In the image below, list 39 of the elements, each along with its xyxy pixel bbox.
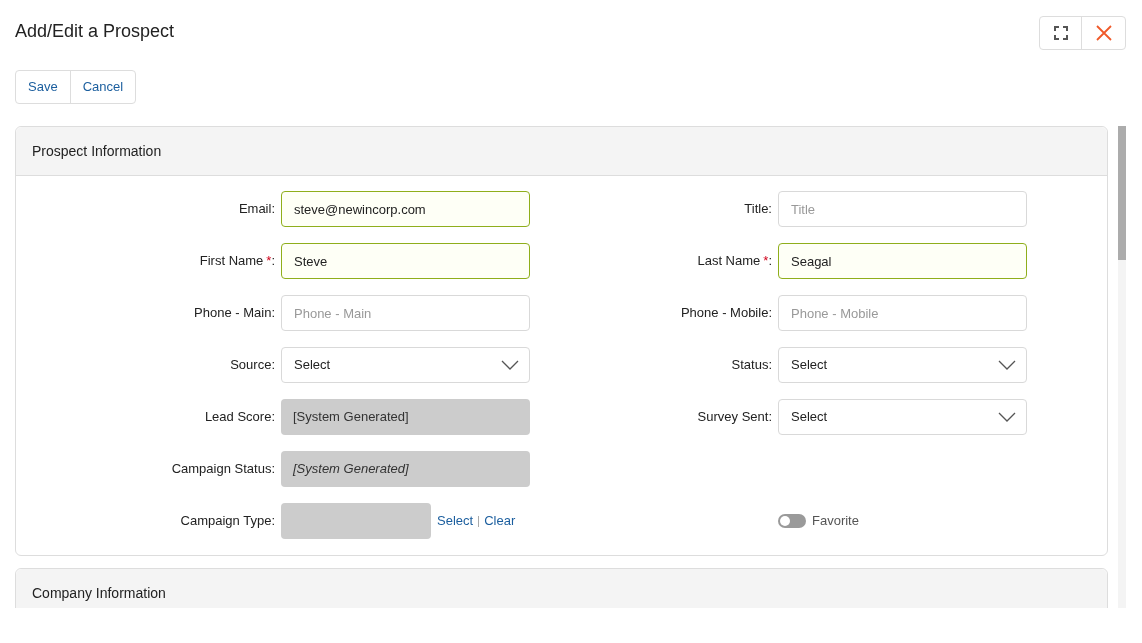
- input-field[interactable]: Phone - Mobile: [778, 295, 1027, 331]
- readonly-field: [System Generated]: [281, 451, 530, 487]
- toggle-switch[interactable]: [778, 514, 806, 528]
- toolbar-button[interactable]: Cancel: [69, 71, 136, 103]
- field-label: Status:: [731, 356, 772, 375]
- field-label: Title:: [744, 200, 772, 219]
- fullscreen-icon: [1053, 26, 1068, 40]
- input-field[interactable]: steve@newincorp.com: [281, 191, 530, 227]
- chevron-down-icon: [998, 360, 1016, 370]
- text-link[interactable]: Clear: [484, 511, 516, 531]
- input-field[interactable]: Seagal: [778, 243, 1027, 279]
- window-title: Add/Edit a Prospect: [15, 20, 175, 43]
- input-field[interactable]: Phone - Main: [281, 295, 530, 331]
- panel-title: Prospect Information: [32, 141, 162, 161]
- toggle-label: Favorite: [812, 512, 859, 531]
- field-label: Survey Sent:: [697, 408, 772, 427]
- field-label: Email:: [238, 200, 275, 219]
- dropdown[interactable]: Select: [281, 347, 530, 383]
- field-label: Lead Score:: [204, 408, 275, 427]
- lookup-field[interactable]: [281, 503, 431, 539]
- input-field[interactable]: Steve: [281, 243, 530, 279]
- field-label: Campaign Status:: [171, 460, 275, 479]
- field-label: First Name *:: [199, 252, 275, 271]
- chevron-down-icon: [998, 412, 1016, 422]
- chevron-down-icon: [501, 360, 519, 370]
- dropdown[interactable]: Select: [778, 399, 1027, 435]
- field-label: Source:: [230, 356, 275, 375]
- close-icon: [1095, 25, 1112, 41]
- input-field[interactable]: Title: [778, 191, 1027, 227]
- field-label: Phone - Main:: [194, 304, 275, 323]
- text-link[interactable]: Select: [437, 511, 474, 531]
- field-label: Phone - Mobile:: [680, 304, 772, 323]
- scrollbar-thumb[interactable]: [1118, 126, 1126, 260]
- field-label: Campaign Type:: [180, 512, 275, 531]
- readonly-field: [System Generated]: [281, 399, 530, 435]
- toolbar-button[interactable]: Save: [16, 71, 70, 103]
- panel-title: Company Information: [32, 583, 166, 603]
- field-label: Last Name *:: [697, 252, 772, 271]
- dropdown[interactable]: Select: [778, 347, 1027, 383]
